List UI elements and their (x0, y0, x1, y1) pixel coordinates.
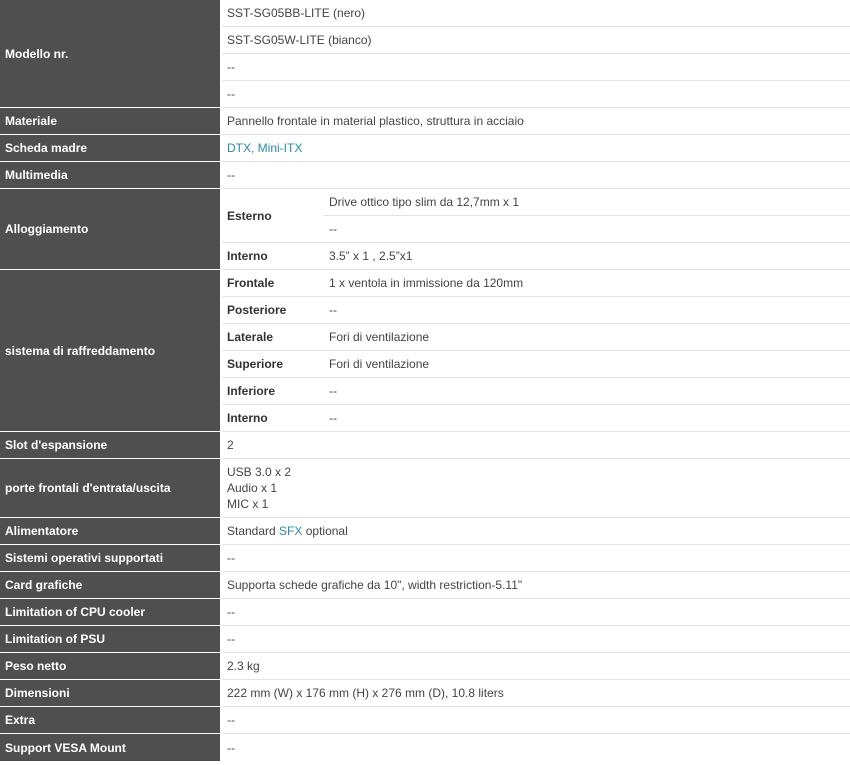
row-alloggiamento: Alloggiamento Esterno Drive ottico tipo … (0, 189, 850, 270)
porte-line-2: Audio x 1 (227, 481, 278, 495)
label-card: Card grafiche (0, 572, 222, 599)
label-alimentatore: Alimentatore (0, 518, 222, 545)
row-peso: Peso netto 2.3 kg (0, 653, 850, 680)
row-multimedia: Multimedia -- (0, 162, 850, 189)
row-psu: Limitation of PSU -- (0, 626, 850, 653)
value-interno-cooling: -- (324, 405, 850, 432)
label-raffreddamento: sistema di raffreddamento (0, 270, 222, 432)
row-slot: Slot d'espansione 2 (0, 432, 850, 459)
row-raffreddamento: sistema di raffreddamento Frontale 1 x v… (0, 270, 850, 432)
label-peso: Peso netto (0, 653, 222, 680)
value-modello-2: SST-SG05W-LITE (bianco) (222, 27, 850, 54)
sublabel-interno: Interno (222, 243, 324, 270)
value-modello-4: -- (222, 81, 850, 108)
label-slot: Slot d'espansione (0, 432, 222, 459)
label-psu: Limitation of PSU (0, 626, 222, 653)
label-modello: Modello nr. (0, 0, 222, 108)
label-cpu: Limitation of CPU cooler (0, 599, 222, 626)
psu-prefix: Standard (227, 524, 280, 538)
sublabel-inferiore: Inferiore (222, 378, 324, 405)
sublabel-superiore: Superiore (222, 351, 324, 378)
sublabel-posteriore: Posteriore (222, 297, 324, 324)
spec-table: Modello nr. SST-SG05BB-LITE (nero) SST-S… (0, 0, 850, 761)
row-sistemi: Sistemi operativi supportati -- (0, 545, 850, 572)
value-interno: 3.5” x 1 , 2.5”x1 (324, 243, 850, 270)
row-vesa: Support VESA Mount -- (0, 734, 850, 761)
label-multimedia: Multimedia (0, 162, 222, 189)
value-peso: 2.3 kg (222, 653, 850, 680)
value-esterno-2: -- (324, 216, 850, 243)
row-scheda: Scheda madre DTX, Mini-ITX (0, 135, 850, 162)
value-superiore: Fori di ventilazione (324, 351, 850, 378)
motherboard-link[interactable]: DTX, Mini-ITX (227, 141, 302, 155)
sublabel-laterale: Laterale (222, 324, 324, 351)
label-extra: Extra (0, 707, 222, 734)
value-materiale: Pannello frontale in material plastico, … (222, 108, 850, 135)
row-dimensioni: Dimensioni 222 mm (W) x 176 mm (H) x 276… (0, 680, 850, 707)
row-modello: Modello nr. SST-SG05BB-LITE (nero) (0, 0, 850, 108)
sublabel-frontale: Frontale (222, 270, 324, 297)
value-porte: USB 3.0 x 2 Audio x 1 MIC x 1 (222, 459, 850, 518)
value-multimedia: -- (222, 162, 850, 189)
value-extra: -- (222, 707, 850, 734)
sublabel-esterno: Esterno (222, 189, 324, 243)
value-psu: -- (222, 626, 850, 653)
porte-line-1: USB 3.0 x 2 (227, 465, 292, 479)
row-materiale: Materiale Pannello frontale in material … (0, 108, 850, 135)
value-card: Supporta schede grafiche da 10", width r… (222, 572, 850, 599)
value-alimentatore: Standard SFX optional (222, 518, 850, 545)
value-esterno-1: Drive ottico tipo slim da 12,7mm x 1 (324, 189, 850, 216)
value-vesa: -- (227, 740, 235, 755)
value-dimensioni: 222 mm (W) x 176 mm (H) x 276 mm (D), 10… (222, 680, 850, 707)
psu-suffix: optional (302, 524, 348, 538)
label-alloggiamento: Alloggiamento (0, 189, 222, 270)
label-dimensioni: Dimensioni (0, 680, 222, 707)
label-materiale: Materiale (0, 108, 222, 135)
row-alimentatore: Alimentatore Standard SFX optional (0, 518, 850, 545)
value-posteriore: -- (324, 297, 850, 324)
value-modello-1: SST-SG05BB-LITE (nero) (222, 0, 850, 27)
value-inferiore: -- (324, 378, 850, 405)
sublabel-interno-cooling: Interno (222, 405, 324, 432)
value-sistemi: -- (222, 545, 850, 572)
label-sistemi: Sistemi operativi supportati (0, 545, 222, 572)
row-cpu: Limitation of CPU cooler -- (0, 599, 850, 626)
value-laterale: Fori di ventilazione (324, 324, 850, 351)
label-vesa: Support VESA Mount (0, 734, 222, 761)
row-porte: porte frontali d'entrata/uscita USB 3.0 … (0, 459, 850, 518)
sfx-link[interactable]: SFX (279, 524, 302, 538)
row-card: Card grafiche Supporta schede grafiche d… (0, 572, 850, 599)
value-frontale: 1 x ventola in immissione da 120mm (324, 270, 850, 297)
value-modello-3: -- (222, 54, 850, 81)
row-extra: Extra -- (0, 707, 850, 734)
value-slot: 2 (222, 432, 850, 459)
porte-line-3: MIC x 1 (227, 497, 269, 511)
label-porte: porte frontali d'entrata/uscita (0, 459, 222, 518)
label-scheda: Scheda madre (0, 135, 222, 162)
value-cpu: -- (222, 599, 850, 626)
